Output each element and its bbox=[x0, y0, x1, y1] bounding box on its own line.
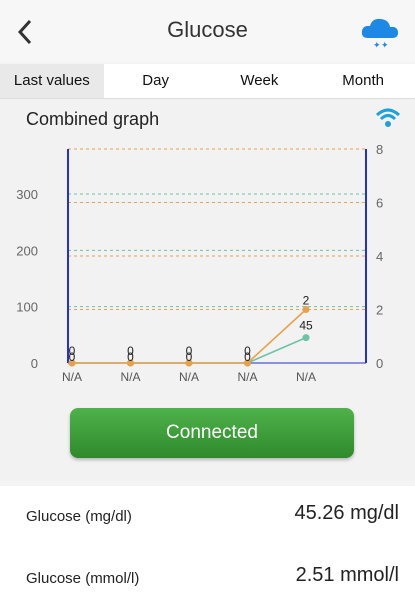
connected-button[interactable]: Connected bbox=[70, 408, 354, 458]
page-title: Glucose bbox=[167, 17, 248, 42]
data-point bbox=[302, 334, 310, 342]
tab-month[interactable]: Month bbox=[311, 64, 415, 98]
left-tick-label: 100 bbox=[16, 300, 38, 315]
svg-text:✦: ✦ bbox=[373, 41, 381, 51]
left-tick-label: 200 bbox=[16, 243, 38, 258]
data-label: 0 bbox=[186, 344, 193, 358]
x-tick-label: N/A bbox=[62, 370, 82, 384]
left-tick-label: 0 bbox=[31, 356, 38, 371]
header-bar: Glucose ✦ ✦ bbox=[0, 0, 415, 62]
right-tick-label: 0 bbox=[376, 356, 383, 371]
x-tick-label: N/A bbox=[179, 370, 199, 384]
reading-mgdl-label: Glucose (mg/dl) bbox=[26, 508, 132, 525]
data-label: 0 bbox=[244, 344, 251, 358]
period-tabs: Last values Day Week Month bbox=[0, 64, 415, 99]
cloud-sync-button[interactable]: ✦ ✦ bbox=[359, 12, 401, 52]
data-label: 45 bbox=[299, 319, 313, 333]
tab-day[interactable]: Day bbox=[103, 64, 208, 98]
data-label: 0 bbox=[127, 344, 134, 358]
x-tick-label: N/A bbox=[296, 370, 316, 384]
cloud-sync-icon: ✦ ✦ bbox=[361, 18, 398, 51]
left-tick-label: 300 bbox=[16, 187, 38, 202]
right-tick-label: 4 bbox=[376, 249, 383, 264]
combined-chart: 010020030002468N/A N/A N/A N/A N/A0 0 0 0450 0 0 0… bbox=[16, 142, 383, 384]
graph-panel: Combined graph 0 100 200 300 0 2 4 6 8 N/A N/A N/A N… bbox=[0, 99, 415, 481]
tab-last-values[interactable]: Last values bbox=[0, 64, 104, 98]
svg-text:✦: ✦ bbox=[381, 41, 389, 51]
right-tick-label: 8 bbox=[376, 142, 383, 157]
x-tick-label: N/A bbox=[120, 370, 140, 384]
reading-mmol: Glucose (mmol/l) 2.51 mmol/l bbox=[0, 548, 415, 610]
reading-mmol-value: 2.51 mmol/l bbox=[295, 564, 399, 586]
reading-mmol-label: Glucose (mmol/l) bbox=[26, 570, 140, 587]
right-tick-label: 2 bbox=[376, 303, 383, 318]
reading-mgdl: Glucose (mg/dl) 45.26 mg/dl bbox=[0, 486, 415, 549]
reading-mgdl-value: 45.26 mg/dl bbox=[294, 502, 399, 524]
x-tick-label: N/A bbox=[237, 370, 257, 384]
tab-week[interactable]: Week bbox=[207, 64, 312, 98]
data-label: 2 bbox=[303, 294, 310, 308]
data-label: 0 bbox=[69, 344, 76, 358]
right-tick-label: 6 bbox=[376, 196, 383, 211]
